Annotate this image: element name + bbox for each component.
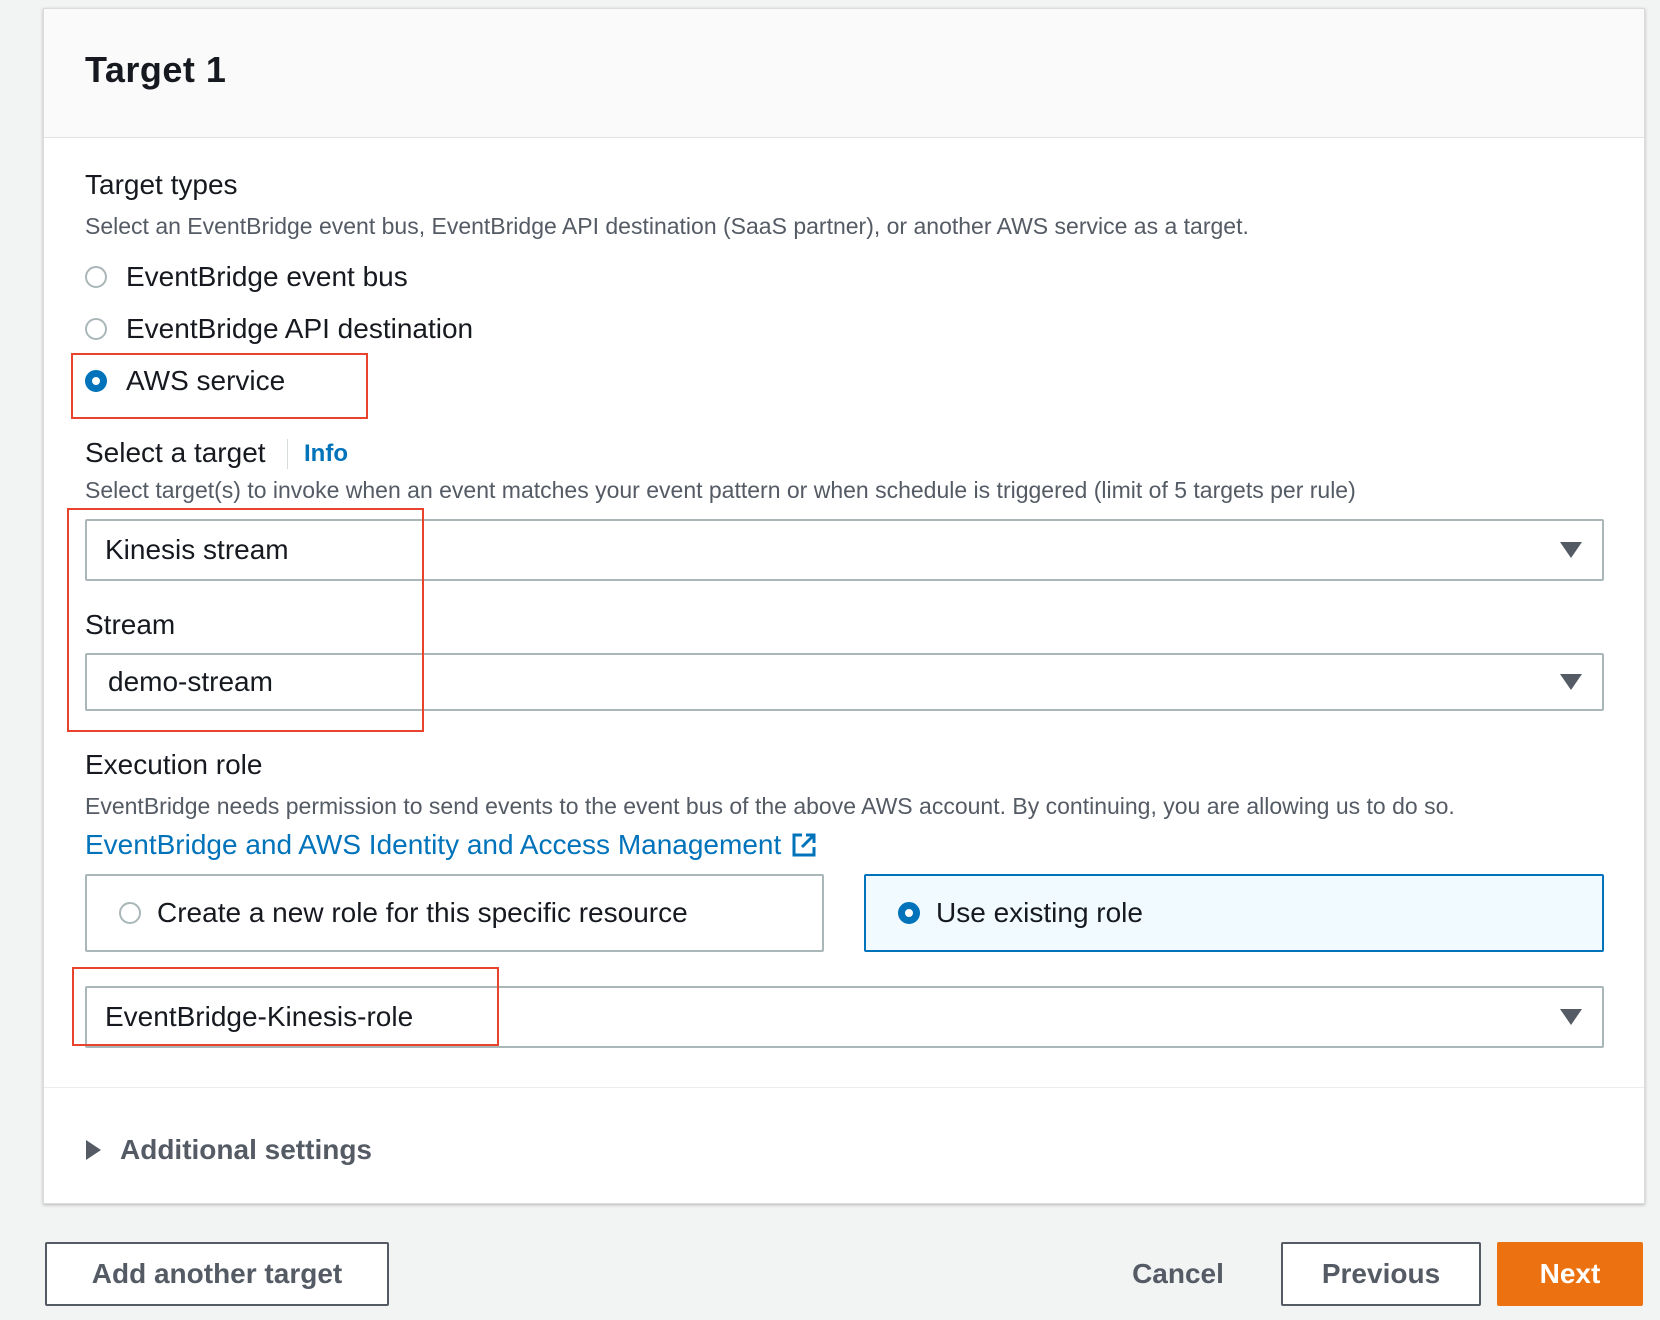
target-types-description: Select an EventBridge event bus, EventBr… [85, 213, 1249, 239]
radio-label: EventBridge API destination [126, 313, 474, 344]
add-another-target-button[interactable]: Add another target [45, 1242, 389, 1306]
select-target-description: Select target(s) to invoke when an event… [85, 477, 1356, 503]
iam-link-text: EventBridge and AWS Identity and Access … [85, 829, 782, 860]
target-panel: Target 1 Target types Select an EventBri… [43, 8, 1645, 1204]
radio-button[interactable] [85, 266, 107, 288]
existing-role-select[interactable]: EventBridge-Kinesis-role [85, 986, 1604, 1048]
target-types-label: Target types [85, 169, 238, 200]
caret-down-icon [1560, 674, 1582, 690]
info-link[interactable]: Info [287, 439, 348, 469]
radio-button[interactable] [85, 318, 107, 340]
iam-docs-link[interactable]: EventBridge and AWS Identity and Access … [85, 829, 817, 861]
section-divider [44, 1087, 1644, 1088]
radio-button-checked[interactable] [898, 902, 920, 924]
additional-settings-label: Additional settings [120, 1134, 372, 1165]
tile-label: Use existing role [936, 897, 1143, 928]
target-type-select[interactable]: Kinesis stream [85, 519, 1604, 581]
caret-down-icon [1560, 1009, 1582, 1025]
select-value: Kinesis stream [105, 534, 289, 565]
radio-aws-service[interactable]: AWS service [85, 361, 285, 401]
tile-use-existing-role[interactable]: Use existing role [864, 874, 1604, 952]
select-value: demo-stream [108, 666, 273, 697]
radio-button-checked[interactable] [85, 370, 107, 392]
radio-button[interactable] [119, 902, 141, 924]
execution-role-label: Execution role [85, 749, 263, 780]
radio-label: EventBridge event bus [126, 261, 408, 292]
caret-down-icon [1560, 542, 1582, 558]
external-link-icon [792, 833, 816, 857]
additional-settings-toggle[interactable]: Additional settings [86, 1134, 372, 1166]
radio-label: AWS service [126, 365, 286, 396]
select-value: EventBridge-Kinesis-role [105, 1001, 414, 1032]
execution-role-description: EventBridge needs permission to send eve… [85, 793, 1455, 819]
cancel-button[interactable]: Cancel [1118, 1242, 1238, 1306]
next-button[interactable]: Next [1497, 1242, 1643, 1306]
radio-eventbridge-api-destination[interactable]: EventBridge API destination [85, 309, 473, 349]
stream-select[interactable]: demo-stream [85, 653, 1604, 711]
panel-title: Target 1 [85, 49, 227, 90]
panel-header: Target 1 [44, 9, 1644, 138]
previous-button[interactable]: Previous [1281, 1242, 1481, 1306]
select-target-label: Select a target [85, 437, 266, 468]
radio-eventbridge-event-bus[interactable]: EventBridge event bus [85, 257, 408, 297]
caret-right-icon [86, 1140, 101, 1160]
tile-label: Create a new role for this specific reso… [157, 897, 688, 928]
tile-create-new-role[interactable]: Create a new role for this specific reso… [85, 874, 824, 952]
stream-label: Stream [85, 609, 176, 640]
